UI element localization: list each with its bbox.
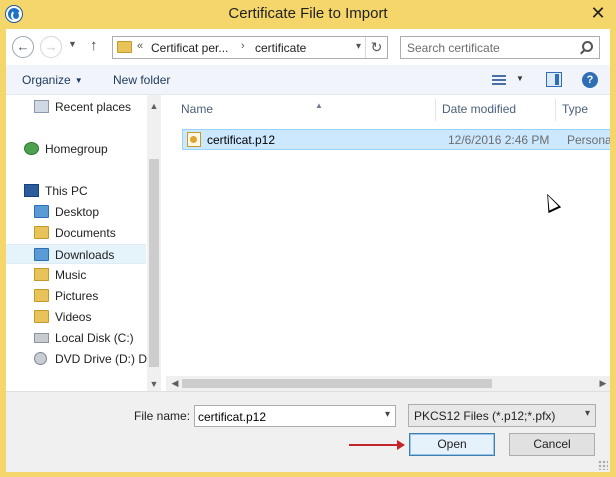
nav-item-label: This PC [45, 184, 88, 198]
preview-pane-icon[interactable] [546, 72, 562, 87]
annotation-arrow [349, 440, 405, 450]
breadcrumb-segment-parent[interactable]: Certificat per... [151, 41, 228, 55]
up-folder-button[interactable]: ↑ [90, 37, 98, 54]
scrollbar-thumb[interactable] [182, 379, 492, 388]
chevron-down-icon[interactable]: ▾ [385, 409, 390, 420]
nav-item-this-pc[interactable]: This PC [6, 181, 146, 201]
new-folder-button[interactable]: New folder [113, 73, 170, 87]
scrollbar-thumb[interactable] [149, 159, 159, 367]
command-toolbar: Organize ▼ New folder ▼ ? [6, 65, 610, 95]
nav-item-label: Documents [55, 226, 116, 240]
search-input[interactable] [407, 40, 571, 55]
documents-folder-icon [34, 226, 49, 239]
mouse-pointer-icon [540, 190, 562, 214]
address-history-chevron-icon[interactable]: ▾ [356, 41, 361, 52]
dialog-client-area: ← → ▼ ↑ « Certificat per... › certificat… [6, 29, 610, 472]
file-row[interactable]: certificat.p12 12/6/2016 2:46 PM Persona… [182, 129, 610, 150]
file-type-filter-value: PKCS12 Files (*.p12;*.pfx) [414, 409, 556, 423]
nav-item-dvd-drive[interactable]: DVD Drive (D:) Di [6, 349, 150, 369]
column-header-date-modified[interactable]: Date modified [442, 102, 516, 116]
nav-item-label: Videos [55, 310, 92, 324]
address-bar[interactable]: « Certificat per... › certificate ▾ ↻ [112, 36, 388, 59]
pictures-folder-icon [34, 289, 49, 302]
nav-item-label: Local Disk (C:) [55, 331, 134, 345]
chevron-down-icon[interactable]: ▾ [585, 408, 590, 419]
search-icon[interactable] [582, 41, 593, 52]
nav-item-label: Homegroup [45, 142, 108, 156]
column-header-label: Name [181, 102, 214, 116]
dvd-drive-icon [34, 352, 47, 365]
file-date-cell: 12/6/2016 2:46 PM [448, 133, 550, 147]
window-title: Certificate File to Import [228, 5, 388, 22]
file-name-label: File name: [134, 409, 191, 423]
address-row: ← → ▼ ↑ « Certificat per... › certificat… [6, 29, 610, 65]
folder-icon [117, 41, 132, 53]
help-icon[interactable]: ? [582, 72, 598, 88]
file-type-cell: Personal I [567, 133, 610, 147]
nav-item-label: Recent places [55, 100, 132, 114]
nav-item-label: Music [55, 268, 87, 282]
file-list-pane[interactable]: Name ▲ Date modified Type certificat.p12… [166, 95, 610, 391]
nav-item-pictures[interactable]: Pictures [6, 286, 146, 306]
videos-folder-icon [34, 310, 49, 323]
nav-item-videos[interactable]: Videos [6, 307, 146, 327]
column-divider[interactable] [435, 99, 436, 121]
sort-ascending-icon: ▲ [315, 101, 323, 110]
nav-item-local-disk[interactable]: Local Disk (C:) [6, 328, 146, 348]
certificate-file-icon [187, 132, 201, 147]
file-type-filter-select[interactable]: PKCS12 Files (*.p12;*.pfx) ▾ [408, 404, 596, 427]
organize-label: Organize [22, 73, 71, 87]
view-options-icon[interactable] [492, 75, 506, 86]
downloads-folder-icon [34, 248, 49, 261]
nav-item-music[interactable]: Music [6, 265, 146, 285]
file-open-dialog: Certificate File to Import ✕ ← → ▼ ↑ « C… [0, 0, 616, 477]
navigation-pane[interactable]: Recent places Homegroup This PC Desktop … [6, 95, 160, 391]
column-divider[interactable] [555, 99, 556, 121]
file-name-combobox[interactable]: ▾ [194, 405, 396, 427]
back-button[interactable]: ← [12, 36, 34, 58]
navigation-vertical-scrollbar[interactable]: ▲ ▼ [147, 95, 161, 391]
homegroup-icon [24, 142, 39, 155]
breadcrumb-separator-icon[interactable]: › [241, 40, 245, 52]
title-bar[interactable]: Certificate File to Import ✕ [0, 0, 616, 28]
resize-grip[interactable] [598, 460, 608, 470]
scroll-left-icon[interactable]: ◀ [168, 376, 182, 391]
recent-locations-dropdown-icon[interactable]: ▼ [68, 39, 77, 49]
desktop-folder-icon [34, 205, 49, 218]
nav-item-downloads[interactable]: Downloads [6, 244, 146, 264]
nav-item-label: Downloads [55, 248, 115, 262]
nav-item-recent-places[interactable]: Recent places [6, 97, 146, 117]
view-chevron-down-icon[interactable]: ▼ [516, 74, 524, 83]
nav-item-desktop[interactable]: Desktop [6, 202, 146, 222]
address-overflow-icon[interactable]: « [137, 40, 143, 52]
nav-item-homegroup[interactable]: Homegroup [6, 139, 146, 159]
column-header-name[interactable]: Name ▲ [181, 101, 323, 116]
file-list-horizontal-scrollbar[interactable]: ◀ ▶ [166, 376, 610, 391]
music-folder-icon [34, 268, 49, 281]
hard-drive-icon [34, 333, 49, 343]
column-header-type[interactable]: Type [562, 102, 588, 116]
nav-item-documents[interactable]: Documents [6, 223, 146, 243]
nav-item-label: Pictures [55, 289, 99, 303]
nav-item-label: DVD Drive (D:) Di [55, 352, 150, 366]
scroll-right-icon[interactable]: ▶ [596, 376, 610, 391]
open-button[interactable]: Open [409, 433, 495, 456]
scroll-up-icon[interactable]: ▲ [147, 99, 161, 113]
refresh-icon[interactable]: ↻ [365, 37, 387, 58]
chevron-down-icon: ▼ [74, 76, 83, 85]
search-box[interactable] [400, 36, 600, 59]
close-icon[interactable]: ✕ [586, 2, 610, 24]
forward-button[interactable]: → [40, 36, 62, 58]
file-name-input[interactable] [198, 409, 368, 424]
cancel-button[interactable]: Cancel [509, 433, 595, 456]
recent-places-icon [34, 100, 49, 113]
organize-menu-button[interactable]: Organize ▼ [22, 73, 83, 87]
nav-item-label: Desktop [55, 205, 100, 219]
breadcrumb-segment-current[interactable]: certificate [255, 41, 306, 55]
dialog-footer: File name: ▾ PKCS12 Files (*.p12;*.pfx) … [6, 391, 610, 472]
file-name-cell: certificat.p12 [207, 133, 276, 147]
scroll-down-icon[interactable]: ▼ [147, 377, 161, 391]
computer-icon [24, 184, 39, 197]
